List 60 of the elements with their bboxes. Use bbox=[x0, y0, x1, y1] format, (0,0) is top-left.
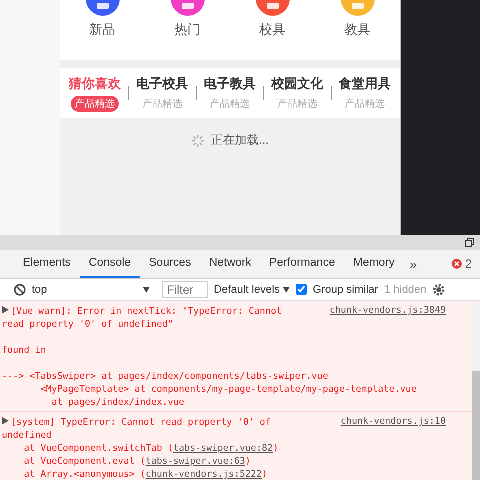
console-text: ) bbox=[273, 443, 279, 454]
context-select[interactable]: top bbox=[32, 284, 48, 296]
more-tabs-button[interactable]: » bbox=[404, 250, 424, 278]
tab-title[interactable]: 食堂用具 bbox=[338, 74, 391, 92]
source-link[interactable]: chunk-vendors.js:10 bbox=[340, 416, 446, 427]
tab-subtitle: 产品精选 bbox=[71, 96, 120, 112]
stack-link[interactable]: tabs-swiper.vue:63 bbox=[146, 456, 246, 467]
expand-icon[interactable] bbox=[2, 306, 9, 314]
console-text: at VueComponent.switchTab ( bbox=[23, 443, 174, 454]
dropdown-arrow-icon[interactable] bbox=[143, 286, 150, 292]
expand-icon[interactable] bbox=[2, 417, 9, 425]
levels-dropdown[interactable]: Default levels bbox=[214, 284, 280, 296]
devtools-tab[interactable]: Memory bbox=[344, 250, 404, 278]
spinner-icon bbox=[190, 134, 205, 148]
tab-subtitle: 产品精选 bbox=[209, 98, 252, 112]
devtools-tab[interactable]: Elements bbox=[14, 250, 80, 278]
category-label[interactable]: 热门 bbox=[174, 21, 200, 39]
devtools-tab[interactable]: Performance bbox=[260, 250, 344, 278]
hidden-count: 1 hidden bbox=[384, 284, 427, 296]
error-count[interactable]: 2 bbox=[465, 257, 472, 271]
console-text: ) bbox=[245, 456, 251, 467]
clear-console-icon[interactable] bbox=[14, 284, 26, 296]
tab-title[interactable]: 电子校具 bbox=[136, 74, 189, 92]
loading-text: 正在加载... bbox=[210, 132, 269, 149]
devtools-tab[interactable]: Network bbox=[200, 250, 261, 278]
category-label[interactable]: 新品 bbox=[90, 21, 116, 39]
console-text: at pages/index/index.vue bbox=[50, 397, 185, 408]
console-text: [Vue warn]: Error in nextTick: "TypeError: Cannot bbox=[11, 306, 282, 317]
filter-field[interactable]: Filter bbox=[162, 281, 208, 298]
tab-subtitle: 产品精选 bbox=[344, 98, 386, 112]
console-text: at VueComponent.eval ( bbox=[23, 456, 146, 467]
console-text: ---> <TabsSwiper> at pages/index/components/tabs-swiper.vue bbox=[2, 371, 328, 382]
dropdown-arrow-icon[interactable] bbox=[283, 286, 290, 292]
stack-link[interactable]: chunk-vendors.js:5222 bbox=[146, 469, 262, 480]
category-icon[interactable] bbox=[170, 0, 206, 17]
stack-link[interactable]: tabs-swiper.vue:82 bbox=[173, 443, 274, 454]
console-text: at Array.<anonymous> ( bbox=[23, 469, 146, 480]
tab-title[interactable]: 猜你喜欢 bbox=[69, 74, 122, 92]
console-text: <MyPageTemplate> at components/my-page-template/my-page-template.vue bbox=[40, 384, 417, 395]
group-similar-checkbox[interactable] bbox=[296, 284, 308, 295]
category-icon[interactable] bbox=[254, 0, 290, 17]
console-text: undefined bbox=[2, 430, 52, 441]
category-label[interactable]: 教具 bbox=[344, 21, 370, 39]
tab-title[interactable]: 校园文化 bbox=[271, 74, 324, 92]
console-text: [system] TypeError: Cannot read property '0' of bbox=[11, 417, 271, 428]
tab-subtitle: 产品精选 bbox=[276, 98, 318, 112]
devtools-tab[interactable]: Sources bbox=[140, 250, 200, 278]
tab-subtitle: 产品精选 bbox=[142, 98, 184, 112]
settings-icon[interactable] bbox=[432, 284, 445, 296]
error-icon bbox=[452, 259, 462, 269]
group-similar-label[interactable]: Group similar bbox=[313, 284, 378, 296]
tab-title[interactable]: 电子教具 bbox=[204, 74, 256, 92]
undock-icon[interactable] bbox=[465, 238, 474, 247]
source-link[interactable]: chunk-vendors.js:3849 bbox=[330, 305, 446, 316]
console-text: found in bbox=[2, 345, 46, 356]
console-text: read property '0' of undefined" bbox=[2, 319, 174, 330]
category-label[interactable]: 校具 bbox=[260, 21, 286, 39]
category-icon[interactable] bbox=[84, 0, 120, 17]
console-text: ) bbox=[262, 469, 268, 480]
scrollbar[interactable] bbox=[472, 301, 480, 480]
